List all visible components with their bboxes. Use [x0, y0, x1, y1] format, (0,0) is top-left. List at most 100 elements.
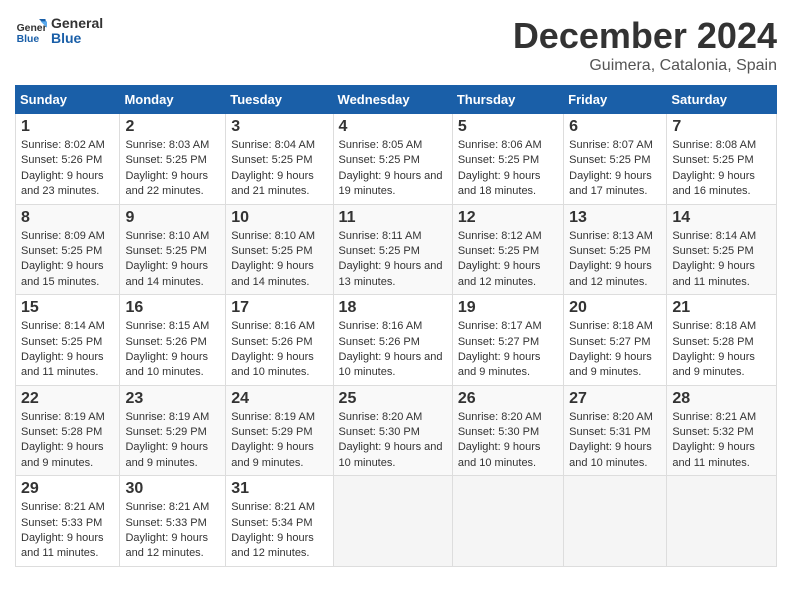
- day-number-2: 2: [125, 118, 220, 136]
- day-number-18: 18: [339, 299, 447, 317]
- day-cell-30: 30 Sunrise: 8:21 AM Sunset: 5:33 PM Dayl…: [120, 476, 226, 567]
- day-cell-29: 29 Sunrise: 8:21 AM Sunset: 5:33 PM Dayl…: [16, 476, 120, 567]
- week-row-5: 29 Sunrise: 8:21 AM Sunset: 5:33 PM Dayl…: [16, 476, 777, 567]
- day-info-31: Sunrise: 8:21 AM Sunset: 5:34 PM Dayligh…: [231, 500, 327, 562]
- day-info-21: Sunrise: 8:18 AM Sunset: 5:28 PM Dayligh…: [672, 319, 771, 381]
- day-cell-26: 26 Sunrise: 8:20 AM Sunset: 5:30 PM Dayl…: [452, 385, 563, 476]
- col-friday: Friday: [564, 86, 667, 114]
- day-number-10: 10: [231, 209, 327, 227]
- day-cell-3: 3 Sunrise: 8:04 AM Sunset: 5:25 PM Dayli…: [226, 114, 333, 205]
- week-row-2: 8 Sunrise: 8:09 AM Sunset: 5:25 PM Dayli…: [16, 204, 777, 295]
- day-cell-17: 17 Sunrise: 8:16 AM Sunset: 5:26 PM Dayl…: [226, 295, 333, 386]
- day-cell-23: 23 Sunrise: 8:19 AM Sunset: 5:29 PM Dayl…: [120, 385, 226, 476]
- day-number-20: 20: [569, 299, 661, 317]
- day-cell-12: 12 Sunrise: 8:12 AM Sunset: 5:25 PM Dayl…: [452, 204, 563, 295]
- day-number-21: 21: [672, 299, 771, 317]
- day-info-23: Sunrise: 8:19 AM Sunset: 5:29 PM Dayligh…: [125, 410, 220, 472]
- day-cell-27: 27 Sunrise: 8:20 AM Sunset: 5:31 PM Dayl…: [564, 385, 667, 476]
- day-info-20: Sunrise: 8:18 AM Sunset: 5:27 PM Dayligh…: [569, 319, 661, 381]
- day-number-3: 3: [231, 118, 327, 136]
- day-cell-13: 13 Sunrise: 8:13 AM Sunset: 5:25 PM Dayl…: [564, 204, 667, 295]
- calendar-header-row: Sunday Monday Tuesday Wednesday Thursday…: [16, 86, 777, 114]
- day-cell-24: 24 Sunrise: 8:19 AM Sunset: 5:29 PM Dayl…: [226, 385, 333, 476]
- day-number-5: 5: [458, 118, 558, 136]
- day-info-4: Sunrise: 8:05 AM Sunset: 5:25 PM Dayligh…: [339, 138, 447, 200]
- day-info-10: Sunrise: 8:10 AM Sunset: 5:25 PM Dayligh…: [231, 229, 327, 291]
- svg-text:General: General: [17, 23, 47, 34]
- day-info-8: Sunrise: 8:09 AM Sunset: 5:25 PM Dayligh…: [21, 229, 114, 291]
- day-cell-16: 16 Sunrise: 8:15 AM Sunset: 5:26 PM Dayl…: [120, 295, 226, 386]
- day-cell-5: 5 Sunrise: 8:06 AM Sunset: 5:25 PM Dayli…: [452, 114, 563, 205]
- day-info-12: Sunrise: 8:12 AM Sunset: 5:25 PM Dayligh…: [458, 229, 558, 291]
- calendar-body: 1 Sunrise: 8:02 AM Sunset: 5:26 PM Dayli…: [16, 114, 777, 567]
- page-header: General Blue General Blue December 2024 …: [15, 15, 777, 75]
- day-cell-15: 15 Sunrise: 8:14 AM Sunset: 5:25 PM Dayl…: [16, 295, 120, 386]
- day-number-29: 29: [21, 480, 114, 498]
- week-row-4: 22 Sunrise: 8:19 AM Sunset: 5:28 PM Dayl…: [16, 385, 777, 476]
- day-number-23: 23: [125, 390, 220, 408]
- day-number-9: 9: [125, 209, 220, 227]
- logo-icon: General Blue: [15, 15, 47, 47]
- day-cell-14: 14 Sunrise: 8:14 AM Sunset: 5:25 PM Dayl…: [667, 204, 777, 295]
- logo: General Blue General Blue: [15, 15, 103, 47]
- day-info-9: Sunrise: 8:10 AM Sunset: 5:25 PM Dayligh…: [125, 229, 220, 291]
- day-number-14: 14: [672, 209, 771, 227]
- day-info-1: Sunrise: 8:02 AM Sunset: 5:26 PM Dayligh…: [21, 138, 114, 200]
- day-cell-8: 8 Sunrise: 8:09 AM Sunset: 5:25 PM Dayli…: [16, 204, 120, 295]
- day-info-3: Sunrise: 8:04 AM Sunset: 5:25 PM Dayligh…: [231, 138, 327, 200]
- day-cell-25: 25 Sunrise: 8:20 AM Sunset: 5:30 PM Dayl…: [333, 385, 452, 476]
- day-info-2: Sunrise: 8:03 AM Sunset: 5:25 PM Dayligh…: [125, 138, 220, 200]
- day-info-13: Sunrise: 8:13 AM Sunset: 5:25 PM Dayligh…: [569, 229, 661, 291]
- day-number-6: 6: [569, 118, 661, 136]
- day-info-7: Sunrise: 8:08 AM Sunset: 5:25 PM Dayligh…: [672, 138, 771, 200]
- day-number-16: 16: [125, 299, 220, 317]
- day-number-11: 11: [339, 209, 447, 227]
- day-info-24: Sunrise: 8:19 AM Sunset: 5:29 PM Dayligh…: [231, 410, 327, 472]
- day-number-7: 7: [672, 118, 771, 136]
- day-info-15: Sunrise: 8:14 AM Sunset: 5:25 PM Dayligh…: [21, 319, 114, 381]
- day-number-24: 24: [231, 390, 327, 408]
- day-cell-19: 19 Sunrise: 8:17 AM Sunset: 5:27 PM Dayl…: [452, 295, 563, 386]
- title-block: December 2024 Guimera, Catalonia, Spain: [513, 15, 777, 75]
- col-tuesday: Tuesday: [226, 86, 333, 114]
- day-info-29: Sunrise: 8:21 AM Sunset: 5:33 PM Dayligh…: [21, 500, 114, 562]
- day-number-12: 12: [458, 209, 558, 227]
- day-cell-11: 11 Sunrise: 8:11 AM Sunset: 5:25 PM Dayl…: [333, 204, 452, 295]
- day-cell-9: 9 Sunrise: 8:10 AM Sunset: 5:25 PM Dayli…: [120, 204, 226, 295]
- day-number-19: 19: [458, 299, 558, 317]
- calendar-table: Sunday Monday Tuesday Wednesday Thursday…: [15, 85, 777, 567]
- day-cell-22: 22 Sunrise: 8:19 AM Sunset: 5:28 PM Dayl…: [16, 385, 120, 476]
- day-cell-7: 7 Sunrise: 8:08 AM Sunset: 5:25 PM Dayli…: [667, 114, 777, 205]
- week-row-3: 15 Sunrise: 8:14 AM Sunset: 5:25 PM Dayl…: [16, 295, 777, 386]
- day-number-27: 27: [569, 390, 661, 408]
- day-cell-18: 18 Sunrise: 8:16 AM Sunset: 5:26 PM Dayl…: [333, 295, 452, 386]
- day-cell-20: 20 Sunrise: 8:18 AM Sunset: 5:27 PM Dayl…: [564, 295, 667, 386]
- col-wednesday: Wednesday: [333, 86, 452, 114]
- day-number-17: 17: [231, 299, 327, 317]
- day-info-30: Sunrise: 8:21 AM Sunset: 5:33 PM Dayligh…: [125, 500, 220, 562]
- col-sunday: Sunday: [16, 86, 120, 114]
- day-cell-31: 31 Sunrise: 8:21 AM Sunset: 5:34 PM Dayl…: [226, 476, 333, 567]
- day-info-27: Sunrise: 8:20 AM Sunset: 5:31 PM Dayligh…: [569, 410, 661, 472]
- day-info-6: Sunrise: 8:07 AM Sunset: 5:25 PM Dayligh…: [569, 138, 661, 200]
- empty-cell: [333, 476, 452, 567]
- week-row-1: 1 Sunrise: 8:02 AM Sunset: 5:26 PM Dayli…: [16, 114, 777, 205]
- day-number-28: 28: [672, 390, 771, 408]
- day-info-16: Sunrise: 8:15 AM Sunset: 5:26 PM Dayligh…: [125, 319, 220, 381]
- day-cell-2: 2 Sunrise: 8:03 AM Sunset: 5:25 PM Dayli…: [120, 114, 226, 205]
- day-cell-28: 28 Sunrise: 8:21 AM Sunset: 5:32 PM Dayl…: [667, 385, 777, 476]
- day-info-5: Sunrise: 8:06 AM Sunset: 5:25 PM Dayligh…: [458, 138, 558, 200]
- day-number-31: 31: [231, 480, 327, 498]
- day-info-18: Sunrise: 8:16 AM Sunset: 5:26 PM Dayligh…: [339, 319, 447, 381]
- empty-cell: [667, 476, 777, 567]
- day-info-26: Sunrise: 8:20 AM Sunset: 5:30 PM Dayligh…: [458, 410, 558, 472]
- empty-cell: [452, 476, 563, 567]
- col-monday: Monday: [120, 86, 226, 114]
- location: Guimera, Catalonia, Spain: [513, 57, 777, 75]
- day-number-25: 25: [339, 390, 447, 408]
- day-info-22: Sunrise: 8:19 AM Sunset: 5:28 PM Dayligh…: [21, 410, 114, 472]
- svg-text:Blue: Blue: [17, 34, 40, 45]
- day-info-19: Sunrise: 8:17 AM Sunset: 5:27 PM Dayligh…: [458, 319, 558, 381]
- day-cell-1: 1 Sunrise: 8:02 AM Sunset: 5:26 PM Dayli…: [16, 114, 120, 205]
- day-cell-4: 4 Sunrise: 8:05 AM Sunset: 5:25 PM Dayli…: [333, 114, 452, 205]
